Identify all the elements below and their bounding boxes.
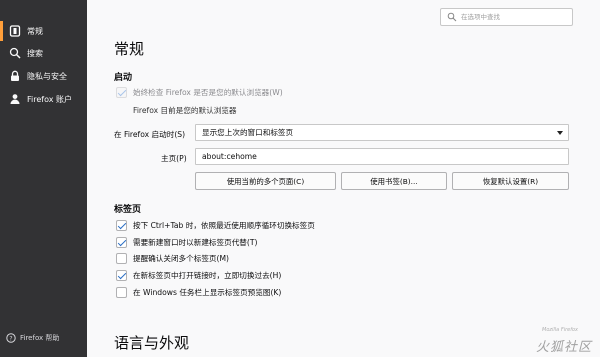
search-input[interactable] bbox=[461, 13, 561, 21]
options-search-box[interactable] bbox=[440, 8, 573, 26]
sidebar-item-privacy[interactable]: 隐私与安全 bbox=[0, 66, 87, 86]
checkbox[interactable] bbox=[116, 286, 127, 298]
checkbox[interactable] bbox=[116, 86, 127, 98]
checkbox-label: 需要新建窗口时以新建标签页代替(T) bbox=[133, 237, 258, 247]
tab-option-new-tab-instead-of-window[interactable]: 需要新建窗口时以新建标签页代替(T) bbox=[116, 235, 257, 249]
home-page-input[interactable] bbox=[195, 148, 569, 165]
search-icon bbox=[447, 12, 457, 22]
sidebar-item-label: 搜索 bbox=[27, 49, 43, 58]
watermark-small-text: Mozilla Firefox bbox=[542, 327, 578, 333]
startup-label: 在 Firefox 启动时(S) bbox=[114, 130, 186, 139]
use-current-pages-button[interactable]: 使用当前的多个页面(C) bbox=[195, 172, 336, 190]
default-browser-status: Firefox 目前是您的默认浏览器 bbox=[133, 106, 237, 115]
tab-option-switch-to-new-tab[interactable]: 在新标签页中打开链接时，立即切换过去(H) bbox=[116, 268, 281, 282]
help-icon: ? bbox=[6, 333, 16, 343]
default-browser-check[interactable]: 始终检查 Firefox 是否是您的默认浏览器(W) bbox=[116, 85, 283, 99]
section-heading-startup: 启动 bbox=[114, 73, 133, 83]
sidebar-item-label: 常规 bbox=[27, 27, 43, 36]
svg-text:?: ? bbox=[9, 335, 12, 342]
sidebar-item-account[interactable]: Firefox 账户 bbox=[0, 89, 87, 109]
checkbox[interactable] bbox=[116, 252, 127, 264]
help-link[interactable]: ? Firefox 帮助 bbox=[6, 333, 59, 343]
general-icon bbox=[9, 25, 21, 37]
sidebar-item-general[interactable]: 常规 bbox=[0, 21, 87, 41]
checkbox-label: 在新标签页中打开链接时，立即切换过去(H) bbox=[133, 270, 282, 280]
restore-default-button[interactable]: 恢复默认设置(R) bbox=[452, 172, 569, 190]
account-icon bbox=[10, 94, 20, 104]
checkbox-label: 在 Windows 任务栏上显示标签页预览图(K) bbox=[133, 287, 282, 297]
selected-indicator bbox=[0, 21, 3, 41]
checkbox-label: 始终检查 Firefox 是否是您的默认浏览器(W) bbox=[133, 87, 283, 97]
checkbox-label: 按下 Ctrl+Tab 时，依照最近使用顺序循环切换标签页 bbox=[133, 220, 315, 230]
startup-dropdown-value: 显示您上次的窗口和标签页 bbox=[202, 128, 294, 137]
checkbox[interactable] bbox=[116, 236, 127, 248]
use-bookmark-button[interactable]: 使用书签(B)... bbox=[341, 172, 447, 190]
watermark-logo: Mozilla Firefox 火狐社区 bbox=[536, 327, 596, 355]
watermark-big-text: 火狐社区 bbox=[536, 340, 593, 355]
page-title: 常规 bbox=[114, 40, 145, 58]
checkbox[interactable] bbox=[116, 269, 127, 281]
tab-option-taskbar-previews[interactable]: 在 Windows 任务栏上显示标签页预览图(K) bbox=[116, 285, 281, 299]
checkbox-label: 提醒确认关闭多个标签页(M) bbox=[133, 253, 230, 263]
home-page-label: 主页(P) bbox=[161, 154, 187, 163]
sidebar-item-search[interactable]: 搜索 bbox=[0, 43, 87, 63]
sidebar-item-label: 隐私与安全 bbox=[27, 72, 67, 81]
section-heading-tabs: 标签页 bbox=[114, 205, 142, 215]
checkbox[interactable] bbox=[116, 219, 127, 231]
lock-icon bbox=[11, 70, 19, 81]
section-heading-language: 语言与外观 bbox=[114, 334, 190, 352]
help-label: Firefox 帮助 bbox=[20, 334, 60, 342]
tab-option-ctrl-tab[interactable]: 按下 Ctrl+Tab 时，依照最近使用顺序循环切换标签页 bbox=[116, 218, 315, 232]
search-icon bbox=[9, 47, 21, 59]
startup-dropdown[interactable]: 显示您上次的窗口和标签页 bbox=[195, 124, 569, 141]
sidebar: 常规 搜索 隐私与安全 Firefox 账户 ? Firefox 帮助 bbox=[0, 0, 87, 357]
tab-option-warn-close-multiple[interactable]: 提醒确认关闭多个标签页(M) bbox=[116, 251, 229, 265]
chevron-down-icon bbox=[557, 131, 563, 135]
sidebar-item-label: Firefox 账户 bbox=[27, 95, 73, 104]
